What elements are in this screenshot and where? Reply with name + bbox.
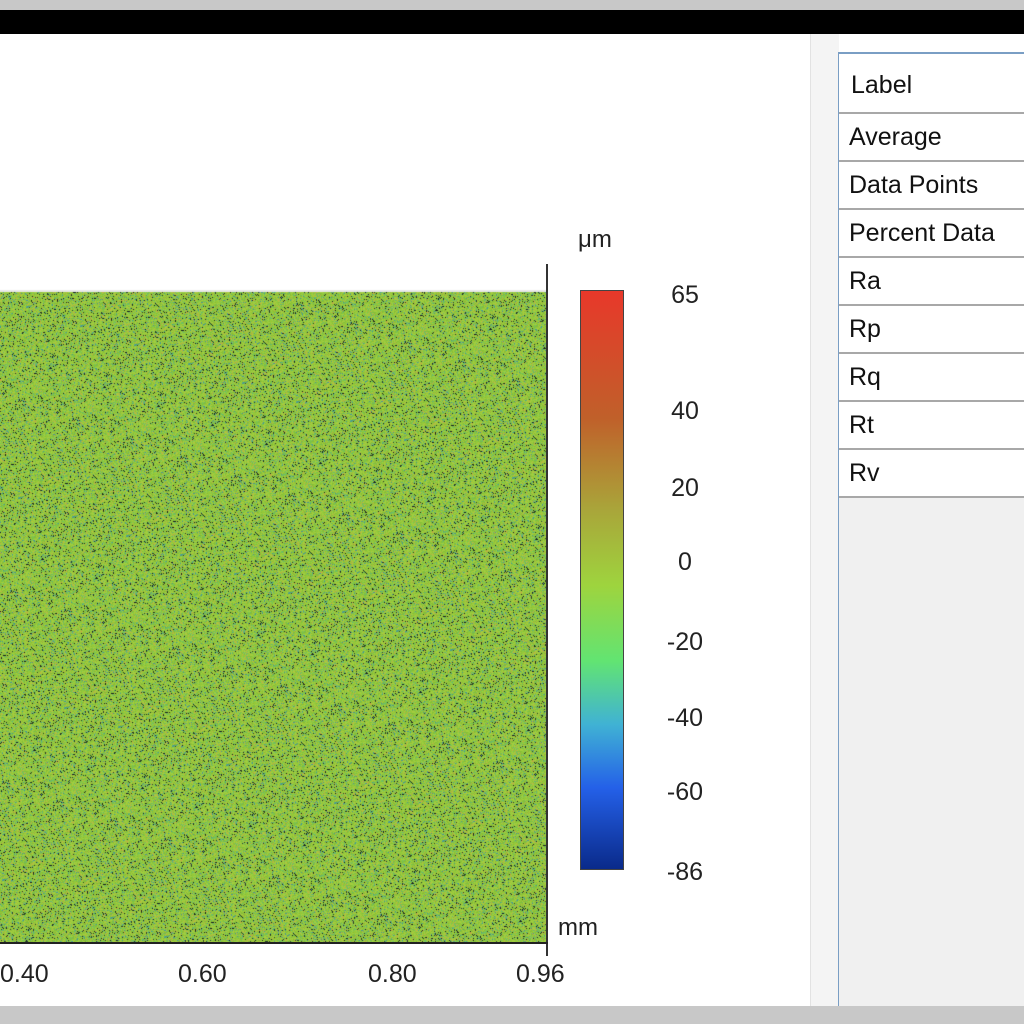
surface-plot-panel: μm 65 40 20 0 -20 -40 -60 -86 mm 0.40 0.…: [0, 34, 810, 1006]
colorbar-tick: -40: [666, 704, 704, 732]
colorbar-tick: -20: [666, 628, 704, 656]
plot-right-border: [546, 264, 548, 956]
colorbar-tick: 40: [671, 397, 699, 425]
parameters-table: Label Average Data Points Percent Data R…: [838, 52, 1024, 1006]
colorbar-unit: μm: [578, 226, 612, 253]
x-tick-label: 0.60: [178, 960, 227, 988]
table-row[interactable]: Rp: [839, 306, 1024, 354]
colorbar-tick: -60: [666, 778, 704, 806]
x-tick-label: 0.40: [0, 960, 49, 988]
window-frame: μm 65 40 20 0 -20 -40 -60 -86 mm 0.40 0.…: [0, 10, 1024, 1006]
colorbar-tick: 65: [671, 281, 699, 309]
x-tick-label: 0.80: [368, 960, 417, 988]
colorbar-tick: 0: [678, 548, 692, 576]
table-header-label[interactable]: Label: [839, 52, 1024, 114]
colorbar-tick: 20: [671, 474, 699, 502]
table-row[interactable]: Rv: [839, 450, 1024, 498]
window-content: μm 65 40 20 0 -20 -40 -60 -86 mm 0.40 0.…: [0, 34, 1024, 1006]
x-axis-unit: mm: [558, 914, 598, 941]
table-row[interactable]: Average: [839, 114, 1024, 162]
table-row[interactable]: Rt: [839, 402, 1024, 450]
table-row[interactable]: Data Points: [839, 162, 1024, 210]
colorbar-tick: -86: [666, 858, 704, 886]
panel-splitter[interactable]: [810, 34, 839, 1006]
table-row[interactable]: Percent Data: [839, 210, 1024, 258]
surface-height-map[interactable]: [0, 264, 548, 944]
height-colorbar: [580, 290, 624, 870]
table-row[interactable]: Ra: [839, 258, 1024, 306]
x-tick-label: 0.96: [516, 960, 565, 988]
x-axis-line: [0, 942, 548, 944]
table-row[interactable]: Rq: [839, 354, 1024, 402]
